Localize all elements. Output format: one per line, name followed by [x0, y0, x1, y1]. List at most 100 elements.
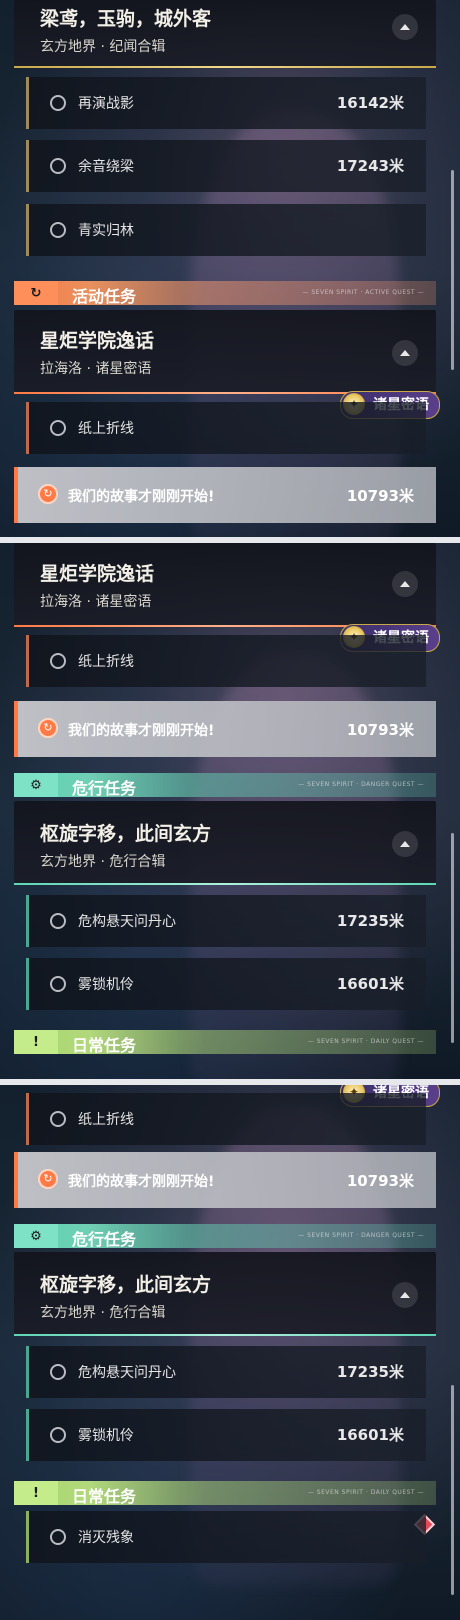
quest-panel-2: 星炬学院逸话 拉海洛 · 诸星密语 ✦ 诸星密语 纸上折线 ↻ 我们的故事才刚刚…: [0, 543, 460, 1079]
row-accent-bar: [26, 895, 29, 947]
category-caption: — SEVEN SPIRIT · DANGER QUEST —: [298, 781, 424, 788]
quest-name: 我们的故事才刚刚开始!: [68, 1174, 215, 1190]
row-accent-bar: [26, 635, 29, 687]
chevron-up-icon[interactable]: [392, 571, 418, 597]
quest-name: 消灭残象: [78, 1530, 134, 1546]
quest-name: 雾锁机伶: [78, 1428, 134, 1444]
quest-group-header[interactable]: 梁鸢，玉驹，城外客 玄方地界 · 纪闻合辑: [14, 0, 436, 66]
quest-name: 危构悬天问丹心: [78, 1365, 176, 1381]
quest-group-title: 星炬学院逸话: [40, 330, 155, 352]
header-divider: [14, 66, 436, 68]
quest-row-tracked[interactable]: ↻ 我们的故事才刚刚开始! 10793米: [14, 1152, 436, 1208]
row-accent-bar: [26, 204, 29, 256]
quest-group-title: 星炬学院逸话: [40, 563, 155, 585]
quest-group-subtitle: 拉海洛 · 诸星密语: [40, 594, 152, 610]
quest-row-tracked[interactable]: ↻ 我们的故事才刚刚开始! 10793米: [14, 467, 436, 523]
quest-name: 我们的故事才刚刚开始!: [68, 489, 215, 505]
quest-name: 雾锁机伶: [78, 977, 134, 993]
daily-quest-icon: !: [14, 1481, 58, 1505]
quest-distance: 16601米: [336, 975, 404, 993]
quest-row[interactable]: 纸上折线: [26, 1093, 426, 1145]
quest-distance: 17235米: [336, 1363, 404, 1381]
quest-row[interactable]: 青实归林: [26, 204, 426, 256]
category-label: 日常任务: [72, 1487, 137, 1506]
radio-circle-icon: [50, 913, 66, 929]
row-accent-bar: [14, 1152, 18, 1208]
quest-distance: 16601米: [336, 1426, 404, 1444]
category-caption: — SEVEN SPIRIT · ACTIVE QUEST —: [302, 289, 424, 296]
quest-group-header[interactable]: 枢旋字移，此间玄方 玄方地界 · 危行合辑: [14, 801, 436, 883]
category-caption: — SEVEN SPIRIT · DAILY QUEST —: [307, 1489, 424, 1496]
quest-row[interactable]: 雾锁机伶 16601米: [26, 1409, 426, 1461]
radio-circle-icon: [50, 1364, 66, 1380]
scrollbar[interactable]: [451, 833, 454, 1043]
category-activity[interactable]: ↻ 活动任务 — SEVEN SPIRIT · ACTIVE QUEST —: [14, 281, 436, 306]
category-daily[interactable]: ! 日常任务 — SEVEN SPIRIT · DAILY QUEST —: [14, 1030, 436, 1055]
tracking-icon: ↻: [38, 484, 58, 504]
danger-quest-icon: ⚙: [14, 773, 58, 797]
quest-name: 余音绕梁: [78, 159, 134, 175]
quest-row-tracked[interactable]: ↻ 我们的故事才刚刚开始! 10793米: [14, 701, 436, 757]
row-accent-bar: [26, 958, 29, 1010]
quest-row[interactable]: 危构悬天问丹心 17235米: [26, 1346, 426, 1398]
chevron-up-icon[interactable]: [392, 1282, 418, 1308]
radio-circle-icon: [50, 420, 66, 436]
quest-row[interactable]: 危构悬天问丹心 17235米: [26, 895, 426, 947]
activity-quest-icon: ↻: [14, 281, 58, 305]
quest-distance: 10793米: [346, 1172, 414, 1190]
quest-row[interactable]: 余音绕梁 17243米: [26, 140, 426, 192]
scrollbar[interactable]: [451, 170, 454, 370]
radio-circle-icon: [50, 222, 66, 238]
row-accent-bar: [26, 1346, 29, 1398]
radio-circle-icon: [50, 1427, 66, 1443]
chevron-up-icon[interactable]: [392, 340, 418, 366]
category-label: 日常任务: [72, 1036, 137, 1055]
tracking-icon: ↻: [38, 718, 58, 738]
quest-distance: 10793米: [346, 487, 414, 505]
quest-group-title: 梁鸢，玉驹，城外客: [40, 8, 212, 30]
quest-panel-1: 梁鸢，玉驹，城外客 玄方地界 · 纪闻合辑 再演战影 16142米 余音绕梁 1…: [0, 0, 460, 537]
row-accent-bar: [26, 1093, 29, 1145]
scrollbar[interactable]: [451, 1385, 454, 1595]
quest-group-subtitle: 拉海洛 · 诸星密语: [40, 361, 152, 377]
quest-name: 青实归林: [78, 223, 134, 239]
quest-row[interactable]: 纸上折线: [26, 635, 426, 687]
quest-name: 我们的故事才刚刚开始!: [68, 723, 215, 739]
quest-name: 纸上折线: [78, 421, 134, 437]
category-label: 危行任务: [72, 1230, 137, 1249]
category-label: 危行任务: [72, 779, 137, 798]
quest-group-title: 枢旋字移，此间玄方: [40, 823, 212, 845]
row-accent-bar: [26, 1409, 29, 1461]
radio-circle-icon: [50, 1111, 66, 1127]
quest-group-header[interactable]: 枢旋字移，此间玄方 玄方地界 · 危行合辑: [14, 1252, 436, 1334]
category-danger[interactable]: ⚙ 危行任务 — SEVEN SPIRIT · DANGER QUEST —: [14, 1224, 436, 1249]
row-accent-bar: [26, 140, 29, 192]
quest-group-subtitle: 玄方地界 · 危行合辑: [40, 1305, 166, 1321]
category-caption: — SEVEN SPIRIT · DAILY QUEST —: [307, 1038, 424, 1045]
radio-circle-icon: [50, 158, 66, 174]
category-daily[interactable]: ! 日常任务 — SEVEN SPIRIT · DAILY QUEST —: [14, 1481, 436, 1506]
category-danger[interactable]: ⚙ 危行任务 — SEVEN SPIRIT · DANGER QUEST —: [14, 773, 436, 798]
row-accent-bar: [14, 701, 18, 757]
chevron-up-icon[interactable]: [392, 14, 418, 40]
row-accent-bar: [14, 467, 18, 523]
radio-circle-icon: [50, 976, 66, 992]
quest-row[interactable]: 再演战影 16142米: [26, 77, 426, 129]
quest-panel-3: ✦ 诸星密语 纸上折线 ↻ 我们的故事才刚刚开始! 10793米 ⚙ 危行任务 …: [0, 1085, 460, 1620]
danger-quest-icon: ⚙: [14, 1224, 58, 1248]
tracking-icon: ↻: [38, 1169, 58, 1189]
chevron-up-icon[interactable]: [392, 831, 418, 857]
quest-group-header[interactable]: 星炬学院逸话 拉海洛 · 诸星密语: [14, 310, 436, 392]
quest-group-subtitle: 玄方地界 · 纪闻合辑: [40, 39, 166, 55]
row-accent-bar: [26, 1511, 29, 1563]
quest-row[interactable]: 消灭残象: [26, 1511, 426, 1563]
row-accent-bar: [26, 402, 29, 454]
quest-group-title: 枢旋字移，此间玄方: [40, 1274, 212, 1296]
quest-group-subtitle: 玄方地界 · 危行合辑: [40, 854, 166, 870]
quest-name: 纸上折线: [78, 654, 134, 670]
quest-row[interactable]: 纸上折线: [26, 402, 426, 454]
radio-circle-icon: [50, 95, 66, 111]
quest-group-header[interactable]: 星炬学院逸话 拉海洛 · 诸星密语: [14, 543, 436, 625]
quest-row[interactable]: 雾锁机伶 16601米: [26, 958, 426, 1010]
row-accent-bar: [26, 77, 29, 129]
